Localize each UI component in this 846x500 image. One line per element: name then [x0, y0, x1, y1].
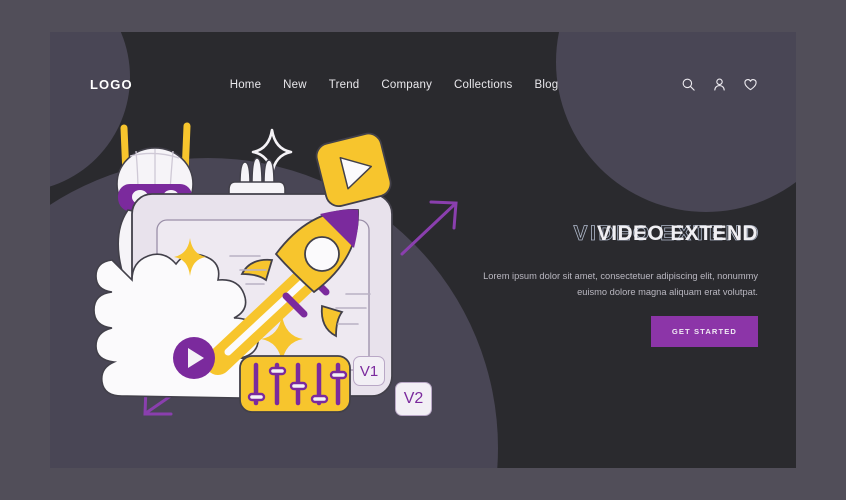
nav-link-new[interactable]: New [283, 79, 307, 91]
hero-description: Lorem ipsum dolor sit amet, consectetuer… [483, 271, 758, 297]
nav-link-home[interactable]: Home [230, 79, 261, 91]
arrow-up-right [400, 200, 458, 256]
hero-text-column: VIDEO EXTEND VIDEO EXTEND Lorem ipsum do… [478, 222, 759, 347]
nav-link-collections[interactable]: Collections [454, 79, 512, 91]
hero-section: LOGO Home New Trend Company Collections … [50, 32, 796, 468]
nav-link-company[interactable]: Company [381, 79, 432, 91]
nav-link-trend[interactable]: Trend [329, 79, 360, 91]
nav-links: Home New Trend Company Collections Blog [230, 79, 559, 91]
page-title: VIDEO EXTEND [596, 222, 758, 245]
play-button [173, 337, 215, 379]
heart-icon[interactable] [743, 77, 758, 92]
equalizer-panel [239, 355, 351, 413]
page-root: LOGO Home New Trend Company Collections … [0, 0, 846, 500]
nav-link-blog[interactable]: Blog [534, 79, 558, 91]
logo[interactable]: LOGO [90, 77, 133, 92]
user-icon[interactable] [712, 77, 727, 92]
nav-icons [681, 77, 758, 92]
search-icon[interactable] [681, 77, 696, 92]
get-started-button[interactable]: GET STARTED [650, 316, 758, 347]
navbar: LOGO Home New Trend Company Collections … [50, 32, 796, 137]
badge-v2: V2 [395, 382, 432, 416]
headline-wrap: VIDEO EXTEND VIDEO EXTEND [478, 222, 759, 254]
badge-v1: V1 [353, 356, 385, 386]
